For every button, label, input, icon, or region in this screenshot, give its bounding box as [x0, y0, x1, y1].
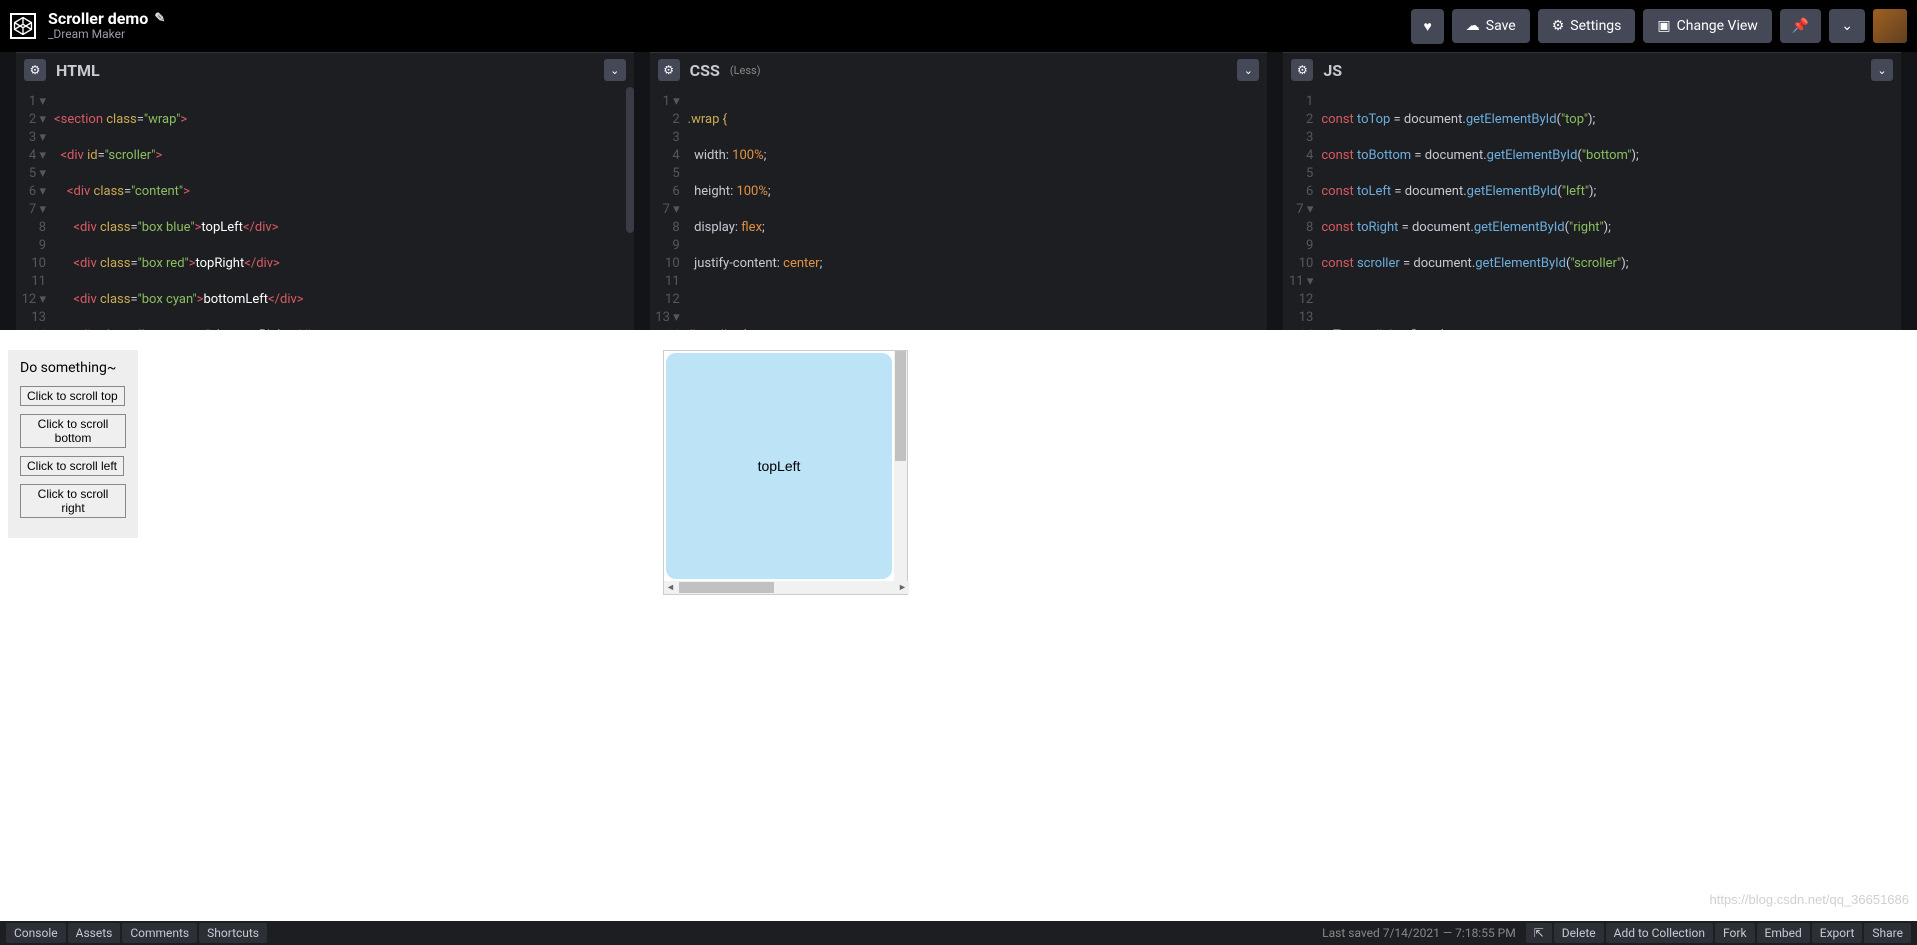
scroll-left-button[interactable]: Click to scroll left — [20, 456, 124, 476]
scroller-widget: topLeft ◄ ► — [663, 350, 908, 595]
html-panel-menu[interactable]: ⌄ — [604, 59, 626, 81]
css-panel-sub: (Less) — [730, 64, 761, 77]
scroller-viewport[interactable]: topLeft — [664, 351, 896, 583]
js-panel-title: JS — [1323, 61, 1342, 80]
add-collection-button[interactable]: Add to Collection — [1606, 923, 1713, 943]
delete-button[interactable]: Delete — [1554, 923, 1604, 943]
js-panel-menu[interactable]: ⌄ — [1871, 59, 1893, 81]
codepen-logo-icon[interactable] — [10, 13, 36, 39]
html-panel: ⚙ HTML ⌄ 1 ▾ 2 ▾ 3 ▾ 4 ▾ 5 ▾ 6 ▾ 7 ▾ 8 9… — [16, 52, 634, 330]
change-view-label: Change View — [1677, 18, 1758, 34]
open-external-button[interactable]: ⇱ — [1526, 923, 1552, 943]
css-panel: ⚙ CSS (Less) ⌄ 1 ▾ 23456 7 ▾ 89101112 13… — [650, 52, 1268, 330]
header-left: Scroller demo ✎ _Dream Maker — [10, 10, 165, 42]
pen-title-text: Scroller demo — [48, 10, 148, 28]
js-settings-icon[interactable]: ⚙ — [1291, 59, 1313, 81]
edit-title-icon[interactable]: ✎ — [154, 12, 165, 27]
save-button[interactable]: ☁ Save — [1452, 9, 1530, 43]
settings-label: Settings — [1570, 18, 1621, 34]
save-label: Save — [1486, 18, 1516, 34]
header: Scroller demo ✎ _Dream Maker ♥ ☁ Save ⚙ Se… — [0, 0, 1917, 52]
box-top-left: topLeft — [666, 353, 892, 579]
html-code[interactable]: <section class="wrap"> <div id="scroller… — [54, 87, 634, 330]
pen-title: Scroller demo ✎ — [48, 10, 165, 28]
css-gutter: 1 ▾ 23456 7 ▾ 89101112 13 ▾ 14 — [650, 87, 688, 330]
aside-title: Do something~ — [20, 360, 126, 376]
html-settings-icon[interactable]: ⚙ — [24, 59, 46, 81]
share-button[interactable]: Share — [1864, 923, 1911, 943]
scroller-v-thumb[interactable] — [895, 351, 906, 461]
css-code[interactable]: .wrap { width: 100%; height: 100%; displ… — [688, 87, 1268, 330]
layout-icon: ▣ — [1657, 18, 1670, 34]
scroller-h-thumb[interactable] — [679, 582, 774, 593]
pen-author[interactable]: _Dream Maker — [48, 28, 165, 42]
footer-right: Last saved 7/14/2021 — 7:18:55 PM ⇱ Dele… — [1314, 923, 1911, 943]
css-panel-menu[interactable]: ⌄ — [1237, 59, 1259, 81]
chevron-down-icon: ⌄ — [1841, 18, 1853, 34]
gear-icon: ⚙ — [1552, 18, 1565, 34]
scroller-horizontal-scrollbar[interactable]: ◄ ► — [664, 581, 909, 594]
comments-button[interactable]: Comments — [122, 923, 197, 943]
header-right: ♥ ☁ Save ⚙ Settings ▣ Change View 📌 ⌄ — [1411, 9, 1907, 44]
footer: Console Assets Comments Shortcuts Last s… — [0, 921, 1917, 945]
scroll-right-button[interactable]: Click to scroll right — [20, 484, 126, 518]
preview-pane: Do something~ Click to scroll top Click … — [0, 330, 1917, 921]
css-panel-title: CSS — [690, 61, 720, 80]
css-panel-head: ⚙ CSS (Less) ⌄ — [650, 52, 1268, 87]
scroller-vertical-scrollbar[interactable] — [894, 351, 907, 583]
settings-button[interactable]: ⚙ Settings — [1538, 9, 1636, 43]
js-gutter: 123456 7 ▾ 8910 11 ▾ 121314 — [1283, 87, 1321, 330]
heart-icon: ♥ — [1423, 18, 1431, 35]
html-panel-title: HTML — [56, 61, 100, 80]
more-button[interactable]: ⌄ — [1829, 9, 1865, 43]
scroll-right-arrow-icon[interactable]: ► — [896, 581, 909, 594]
actions-aside: Do something~ Click to scroll top Click … — [8, 350, 138, 538]
export-button[interactable]: Export — [1812, 923, 1863, 943]
js-panel-head: ⚙ JS ⌄ — [1283, 52, 1901, 87]
pin-button[interactable]: 📌 — [1780, 9, 1821, 43]
js-editor[interactable]: 123456 7 ▾ 8910 11 ▾ 121314 const toTop … — [1283, 87, 1901, 330]
avatar[interactable] — [1873, 9, 1907, 43]
js-panel: ⚙ JS ⌄ 123456 7 ▾ 8910 11 ▾ 121314 const… — [1283, 52, 1901, 330]
shortcuts-button[interactable]: Shortcuts — [199, 923, 267, 943]
cloud-icon: ☁ — [1466, 18, 1480, 34]
css-editor[interactable]: 1 ▾ 23456 7 ▾ 89101112 13 ▾ 14 .wrap { w… — [650, 87, 1268, 330]
last-saved-text: Last saved 7/14/2021 — 7:18:55 PM — [1314, 926, 1524, 940]
like-button[interactable]: ♥ — [1411, 9, 1443, 44]
html-panel-head: ⚙ HTML ⌄ — [16, 52, 634, 87]
change-view-button[interactable]: ▣ Change View — [1643, 9, 1771, 43]
html-editor[interactable]: 1 ▾ 2 ▾ 3 ▾ 4 ▾ 5 ▾ 6 ▾ 7 ▾ 8 9 10 11 12… — [16, 87, 634, 330]
css-settings-icon[interactable]: ⚙ — [658, 59, 680, 81]
js-code[interactable]: const toTop = document.getElementById("t… — [1321, 87, 1901, 330]
title-block: Scroller demo ✎ _Dream Maker — [48, 10, 165, 42]
html-scrollbar[interactable] — [626, 87, 634, 233]
fork-button[interactable]: Fork — [1715, 923, 1755, 943]
pin-icon: 📌 — [1792, 18, 1809, 34]
console-button[interactable]: Console — [6, 923, 66, 943]
footer-left: Console Assets Comments Shortcuts — [6, 923, 267, 943]
embed-button[interactable]: Embed — [1757, 923, 1810, 943]
scroll-top-button[interactable]: Click to scroll top — [20, 386, 125, 406]
scroll-left-arrow-icon[interactable]: ◄ — [664, 581, 677, 594]
watermark-text: https://blog.csdn.net/qq_36651686 — [1710, 892, 1910, 907]
assets-button[interactable]: Assets — [68, 923, 121, 943]
scroll-bottom-button[interactable]: Click to scroll bottom — [20, 414, 126, 448]
editor-panels: ⚙ HTML ⌄ 1 ▾ 2 ▾ 3 ▾ 4 ▾ 5 ▾ 6 ▾ 7 ▾ 8 9… — [0, 52, 1917, 330]
html-gutter: 1 ▾ 2 ▾ 3 ▾ 4 ▾ 5 ▾ 6 ▾ 7 ▾ 8 9 10 11 12… — [16, 87, 54, 330]
